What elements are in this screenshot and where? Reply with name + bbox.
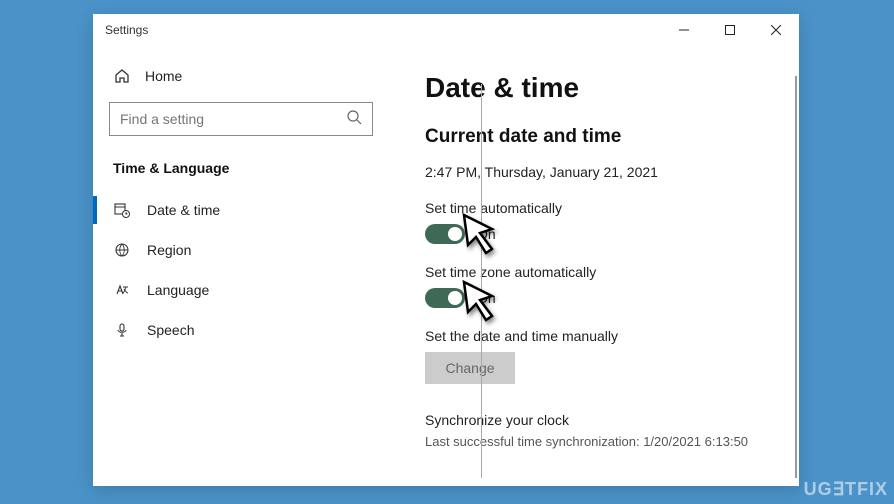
home-icon [113, 68, 131, 84]
sync-last-text: Last successful time synchronization: 1/… [425, 434, 771, 449]
page-title: Date & time [425, 72, 771, 104]
manual-datetime-label: Set the date and time manually [425, 328, 771, 344]
sidebar-item-region[interactable]: Region [105, 230, 377, 270]
scrollbar[interactable] [795, 76, 797, 478]
main-panel: Date & time Current date and time 2:47 P… [389, 46, 799, 486]
settings-window: Settings Home [93, 14, 799, 486]
sync-clock-heading: Synchronize your clock [425, 412, 771, 428]
sidebar-item-label: Language [147, 282, 209, 298]
section-current-datetime: Current date and time [425, 126, 771, 148]
sidebar-item-date-time[interactable]: Date & time [105, 190, 377, 230]
maximize-button[interactable] [707, 14, 753, 46]
content-area: Home Time & Language Date & time Reg [93, 46, 799, 486]
annotation-cursor-2 [458, 276, 506, 324]
microphone-icon [113, 322, 131, 338]
home-label: Home [145, 68, 182, 84]
annotation-cursor-1 [458, 209, 506, 257]
titlebar: Settings [93, 14, 799, 46]
calendar-clock-icon [113, 202, 131, 218]
change-button[interactable]: Change [425, 352, 515, 384]
sidebar-item-language[interactable]: Language [105, 270, 377, 310]
category-header: Time & Language [105, 154, 377, 190]
search-input[interactable] [120, 111, 346, 127]
search-icon [346, 109, 362, 130]
current-datetime-value: 2:47 PM, Thursday, January 21, 2021 [425, 164, 771, 180]
close-button[interactable] [753, 14, 799, 46]
home-link[interactable]: Home [105, 60, 377, 102]
sidebar: Home Time & Language Date & time Reg [93, 46, 389, 486]
window-title: Settings [105, 23, 661, 37]
sidebar-item-label: Speech [147, 322, 194, 338]
language-icon [113, 282, 131, 298]
search-box[interactable] [109, 102, 373, 136]
sidebar-item-label: Date & time [147, 202, 220, 218]
minimize-button[interactable] [661, 14, 707, 46]
sidebar-item-label: Region [147, 242, 191, 258]
window-controls [661, 14, 799, 46]
globe-icon [113, 242, 131, 258]
sidebar-item-speech[interactable]: Speech [105, 310, 377, 350]
watermark: UG∃TFIX [804, 479, 888, 500]
